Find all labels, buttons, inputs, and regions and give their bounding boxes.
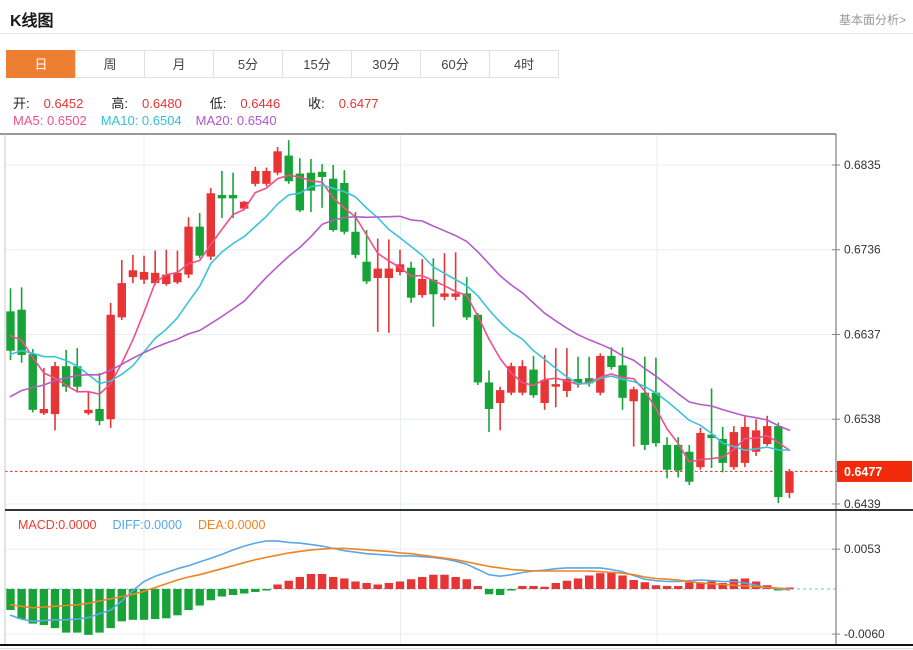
axis-label-0.6637: 0.6637	[844, 327, 881, 341]
kline-chart: 0.6835 0.6736 0.6637 0.6538 0.6439 0.0053 -0.0…	[0, 133, 913, 646]
axis-label-0.6439: 0.6439	[844, 497, 881, 511]
bottom-divider	[0, 648, 913, 649]
axis-label-0.6538: 0.6538	[844, 412, 881, 426]
axis-label--0.0060: -0.0060	[844, 627, 885, 641]
axis-label-0.6736: 0.6736	[844, 243, 881, 257]
axis-label-0.0053: 0.0053	[844, 542, 881, 556]
axis-label-0.6835: 0.6835	[844, 158, 881, 172]
current-price-label: 0.6477	[844, 465, 882, 479]
kline-widget: { "header": { "title": "K线图", "analysis_…	[0, 0, 913, 650]
